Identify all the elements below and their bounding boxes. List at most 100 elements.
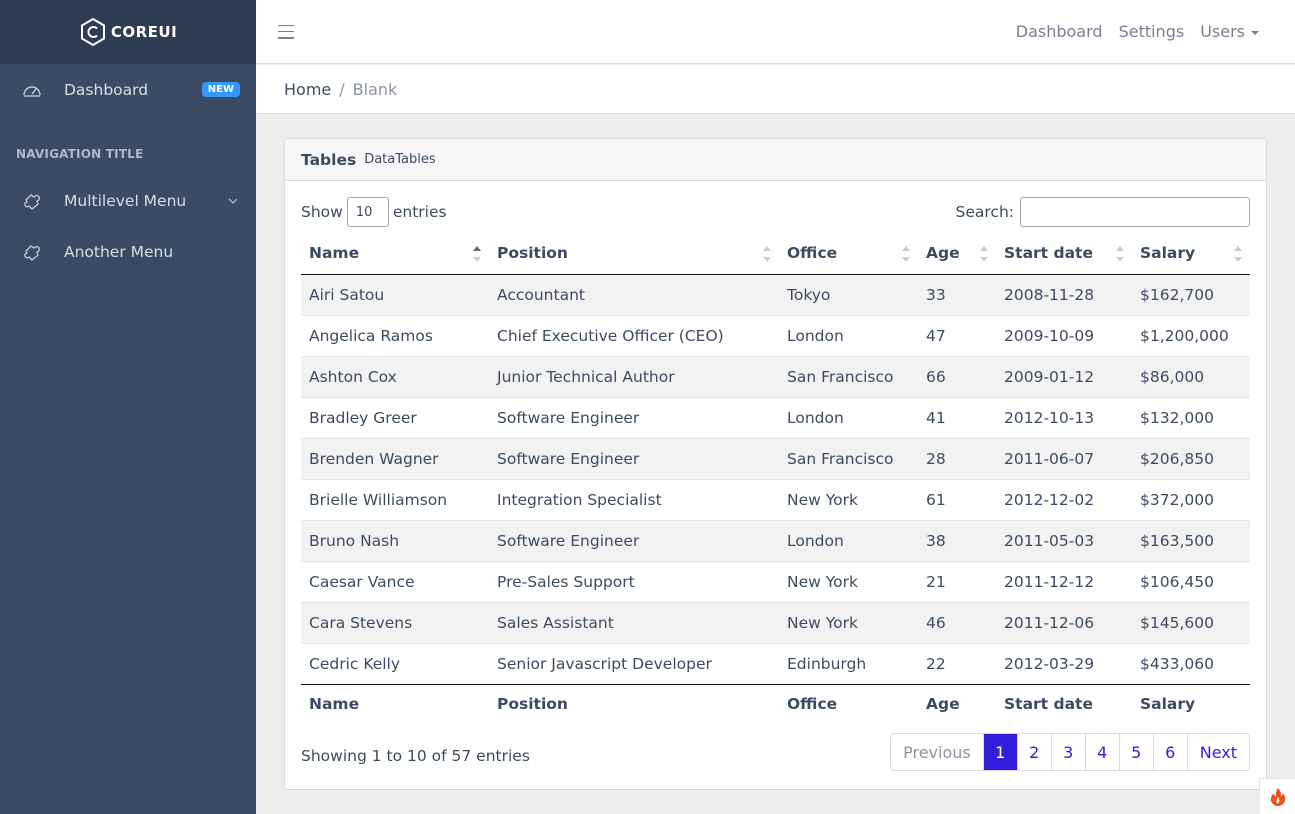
sort-asc-icon	[473, 246, 481, 262]
sort-icon	[1116, 246, 1124, 262]
sort-icon	[1234, 246, 1242, 262]
pagination-page-3[interactable]: 3	[1050, 734, 1085, 770]
table-row: Bruno Nash Software Engineer London 38 2011-…	[301, 519, 1250, 561]
table-cell: Pre-Sales Support	[489, 560, 779, 602]
table-row: Brielle Williamson Integration Specialist…	[301, 478, 1250, 520]
sidebar-item-another-menu[interactable]: Another Menu	[0, 226, 256, 277]
table-cell: San Francisco	[779, 437, 918, 479]
table-cell: 33	[918, 273, 996, 315]
sidebar-item-multilevel-menu[interactable]: Multilevel Menu	[0, 175, 256, 226]
table-cell: London	[779, 396, 918, 438]
table-cell: $372,000	[1132, 478, 1250, 520]
table-cell: 38	[918, 519, 996, 561]
column-header-age[interactable]: Age	[918, 233, 996, 275]
caret-down-icon	[1251, 30, 1259, 35]
table-cell: New York	[779, 478, 918, 520]
entries-length-select[interactable]: 10	[346, 197, 389, 227]
table-info: Showing 1 to 10 of 57 entries	[301, 747, 530, 765]
search-input[interactable]	[1020, 197, 1250, 227]
pagination-page-5[interactable]: 5	[1118, 734, 1153, 770]
table-cell: Edinburgh	[779, 642, 918, 684]
brand-text: COREUI	[110, 23, 178, 41]
pagination-page-1[interactable]: 1	[982, 734, 1017, 770]
brand-logo[interactable]: COREUI	[0, 0, 256, 64]
pagination-page-4[interactable]: 4	[1084, 734, 1119, 770]
table-cell: $1,200,000	[1132, 314, 1250, 356]
table-cell: 61	[918, 478, 996, 520]
column-header-label: Position	[497, 244, 568, 263]
header-link-dashboard[interactable]: Dashboard	[1008, 22, 1111, 41]
fire-icon[interactable]	[1259, 778, 1295, 814]
table-cell: New York	[779, 601, 918, 643]
column-header-office[interactable]: Office	[779, 233, 918, 275]
pagination-previous[interactable]: Previous	[891, 734, 983, 770]
sidebar-item-label: Dashboard	[64, 80, 149, 99]
column-header-label: Office	[787, 244, 838, 263]
speedometer-icon	[22, 80, 42, 100]
table-cell: Integration Specialist	[489, 478, 779, 520]
table-cell: 2009-01-12	[996, 355, 1132, 397]
sort-icon	[902, 246, 910, 262]
header-link-settings[interactable]: Settings	[1111, 22, 1193, 41]
table-cell: $162,700	[1132, 273, 1250, 315]
header-nav: Dashboard Settings Users	[1008, 22, 1267, 41]
footer-header-position: Position	[489, 683, 779, 724]
table-cell: $106,450	[1132, 560, 1250, 602]
table-cell: 41	[918, 396, 996, 438]
entries-label: entries	[392, 203, 447, 221]
breadcrumb-home[interactable]: Home	[284, 80, 331, 99]
footer-header-start-date: Start date	[996, 683, 1132, 724]
column-header-name[interactable]: Name	[301, 233, 489, 275]
data-table: Name Position Office Age Start date Sala…	[301, 233, 1250, 724]
table-cell: 2012-10-13	[996, 396, 1132, 438]
table-cell: Cara Stevens	[301, 601, 489, 643]
header: Dashboard Settings Users	[256, 0, 1295, 64]
table-row: Cara Stevens Sales Assistant New York 46 201…	[301, 601, 1250, 643]
table-cell: $145,600	[1132, 601, 1250, 643]
table-cell: 22	[918, 642, 996, 684]
table-cell: London	[779, 314, 918, 356]
table-cell: Software Engineer	[489, 519, 779, 561]
table-footer-row: Name Position Office Age Start date Sala…	[301, 683, 1250, 724]
footer-header-name: Name	[301, 683, 489, 724]
table-cell: 28	[918, 437, 996, 479]
sort-icon	[980, 246, 988, 262]
sort-icon	[763, 246, 771, 262]
table-header-row: Name Position Office Age Start date Sala…	[301, 233, 1250, 275]
column-header-salary[interactable]: Salary	[1132, 233, 1250, 275]
table-cell: 2011-05-03	[996, 519, 1132, 561]
header-link-users-dropdown[interactable]: Users	[1192, 22, 1267, 41]
footer-header-office: Office	[779, 683, 918, 724]
pagination-page-6[interactable]: 6	[1152, 734, 1187, 770]
table-cell: Angelica Ramos	[301, 314, 489, 356]
table-cell: Senior Javascript Developer	[489, 642, 779, 684]
table-cell: Airi Satou	[301, 273, 489, 315]
sidebar-item-label: Multilevel Menu	[64, 191, 187, 210]
table-row: Cedric Kelly Senior Javascript Developer E…	[301, 642, 1250, 684]
footer-header-age: Age	[918, 683, 996, 724]
table-cell: $86,000	[1132, 355, 1250, 397]
table-row: Ashton Cox Junior Technical Author San Fra…	[301, 355, 1250, 397]
puzzle-icon	[22, 191, 42, 211]
column-header-start-date[interactable]: Start date	[996, 233, 1132, 275]
sidebar-item-dashboard[interactable]: Dashboard NEW	[0, 64, 256, 115]
table-cell: 2011-06-07	[996, 437, 1132, 479]
sidebar: COREUI Dashboard NEW NAVIGATION TITLE Mu…	[0, 0, 256, 814]
tables-card: Tables DataTables Show 10 entries Search…	[284, 138, 1267, 790]
hamburger-menu-icon[interactable]	[278, 24, 294, 39]
table-cell: 2012-12-02	[996, 478, 1132, 520]
column-header-label: Start date	[1004, 244, 1093, 263]
chevron-down-icon	[228, 198, 238, 204]
column-header-position[interactable]: Position	[489, 233, 779, 275]
footer-header-salary: Salary	[1132, 683, 1250, 724]
table-cell: Bruno Nash	[301, 519, 489, 561]
column-header-label: Name	[309, 244, 360, 263]
table-cell: Sales Assistant	[489, 601, 779, 643]
sidebar-item-label: Another Menu	[64, 242, 174, 261]
table-cell: Accountant	[489, 273, 779, 315]
pagination-page-2[interactable]: 2	[1016, 734, 1051, 770]
table-cell: Ashton Cox	[301, 355, 489, 397]
pagination-next[interactable]: Next	[1186, 734, 1249, 770]
table-cell: 2009-10-09	[996, 314, 1132, 356]
table-cell: Software Engineer	[489, 396, 779, 438]
